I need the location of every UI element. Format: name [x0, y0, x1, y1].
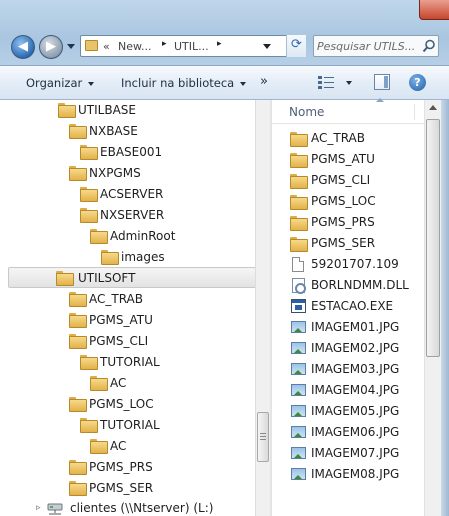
tree-item-tutorial[interactable]: TUTORIAL: [78, 352, 238, 373]
recent-pages-dropdown[interactable]: [67, 44, 75, 49]
column-header-name[interactable]: Nome: [272, 100, 424, 124]
folder-icon: [69, 292, 87, 307]
organize-label: Organizar: [26, 76, 83, 90]
change-view-icon[interactable]: [318, 75, 334, 89]
chevron-down-icon: [240, 81, 247, 86]
navigation-pane: UTILBASE NXBASE EBASE001 NXPGMS ACSERVER…: [0, 100, 270, 516]
tree-item-pgms-atu[interactable]: PGMS_ATU: [67, 310, 237, 331]
tree-item-nxserver[interactable]: NXSERVER: [78, 205, 238, 226]
forward-arrow-icon: ▶: [46, 39, 56, 54]
tree-item-images[interactable]: images: [99, 247, 239, 268]
address-separator[interactable]: ▸: [217, 39, 222, 49]
refresh-button[interactable]: ⟳: [286, 35, 306, 57]
exe-icon: [291, 299, 306, 313]
tree-item-pgms-ser[interactable]: PGMS_SER: [67, 478, 237, 499]
folder-icon: [80, 208, 98, 223]
folder-icon: [80, 187, 98, 202]
image-icon: [291, 363, 306, 375]
folder-icon: [69, 313, 87, 328]
tree-item-pgms-cli[interactable]: PGMS_CLI: [67, 331, 237, 352]
column-header-label: Nome: [289, 105, 325, 119]
folder-icon: [58, 103, 76, 118]
folder-icon: [56, 271, 74, 286]
tree-item-adminroot[interactable]: AdminRoot: [88, 226, 238, 247]
folder-icon: [69, 481, 87, 496]
tree-item-ac[interactable]: AC: [88, 373, 238, 394]
image-icon: [291, 342, 306, 354]
tree-item-pgms-loc[interactable]: PGMS_LOC: [67, 394, 237, 415]
folder-icon: [290, 237, 308, 252]
folder-icon: [80, 145, 98, 160]
more-commands-button[interactable]: »: [260, 74, 268, 89]
tree-item-ac-trab[interactable]: AC_TRAB: [67, 289, 237, 310]
address-folder-icon: [85, 40, 98, 51]
window-frame-edge: [441, 100, 449, 516]
scroll-up-icon[interactable]: [429, 105, 437, 110]
tree-item-nxpgms[interactable]: NXPGMS: [67, 163, 237, 184]
tree-item-ebase001[interactable]: EBASE001: [78, 142, 238, 163]
folder-icon: [69, 334, 87, 349]
folder-icon: [290, 174, 308, 189]
folder-icon: [69, 124, 87, 139]
back-arrow-icon: ◀: [18, 39, 28, 54]
folder-icon: [69, 460, 87, 475]
column-divider[interactable]: [414, 104, 415, 120]
image-icon: [291, 468, 306, 480]
address-bar[interactable]: « New... ▸ UTIL... ▸: [80, 35, 305, 57]
folder-icon: [90, 376, 108, 391]
tree-item-acserver[interactable]: ACSERVER: [78, 184, 238, 205]
address-history-dropdown[interactable]: [263, 44, 271, 49]
folder-icon: [69, 397, 87, 412]
image-icon: [291, 447, 306, 459]
network-drive-icon: [47, 503, 63, 515]
refresh-icon: ⟳: [291, 37, 302, 52]
include-in-library-button[interactable]: Incluir na biblioteca: [121, 76, 247, 90]
image-icon: [291, 321, 306, 333]
search-box[interactable]: [313, 35, 439, 57]
tree-item-utilbase[interactable]: UTILBASE: [56, 100, 236, 121]
forward-button[interactable]: ▶: [39, 35, 63, 59]
address-separator[interactable]: ▸: [162, 39, 167, 49]
sort-ascending-icon: [376, 98, 384, 102]
folder-icon: [80, 418, 98, 433]
file-list-scrollbar-thumb[interactable]: [426, 119, 440, 357]
chevron-down-icon: [88, 81, 95, 86]
folder-icon: [90, 229, 108, 244]
tree-item-pgms-prs[interactable]: PGMS_PRS: [67, 457, 237, 478]
tree-item-ac[interactable]: AC: [88, 436, 238, 457]
search-input[interactable]: [317, 38, 417, 54]
view-options-dropdown[interactable]: [346, 81, 352, 85]
image-icon: [291, 384, 306, 396]
folder-icon: [69, 166, 87, 181]
address-segment-new[interactable]: New...: [118, 40, 151, 53]
folder-icon: [101, 250, 119, 265]
address-segment-util[interactable]: UTIL...: [174, 40, 209, 53]
folder-icon: [290, 132, 308, 147]
folder-icon: [80, 355, 98, 370]
folder-icon: [290, 216, 308, 231]
dll-icon: [292, 278, 306, 294]
tree-item-tutorial[interactable]: TUTORIAL: [78, 415, 238, 436]
preview-pane-icon[interactable]: [374, 74, 390, 90]
image-icon: [291, 405, 306, 417]
close-button[interactable]: [419, 0, 449, 20]
help-icon[interactable]: ?: [409, 74, 426, 91]
file-icon: [292, 257, 304, 272]
address-overflow[interactable]: «: [103, 40, 110, 53]
back-button[interactable]: ◀: [11, 35, 35, 59]
tree-item-network-drive[interactable]: ▹ clientes (\\Ntserver) (L:): [36, 498, 246, 516]
tree-item-nxbase[interactable]: NXBASE: [67, 121, 237, 142]
folder-icon: [290, 153, 308, 168]
image-icon: [291, 426, 306, 438]
folder-icon: [90, 439, 108, 454]
expand-arrow-icon[interactable]: ▹: [36, 498, 41, 516]
scroll-grip-icon: [260, 433, 266, 440]
search-icon[interactable]: [422, 39, 436, 53]
include-label: Incluir na biblioteca: [121, 76, 235, 90]
folder-icon: [290, 195, 308, 210]
organize-button[interactable]: Organizar: [26, 76, 95, 90]
tree-item-utilsoft[interactable]: UTILSOFT: [8, 267, 256, 288]
